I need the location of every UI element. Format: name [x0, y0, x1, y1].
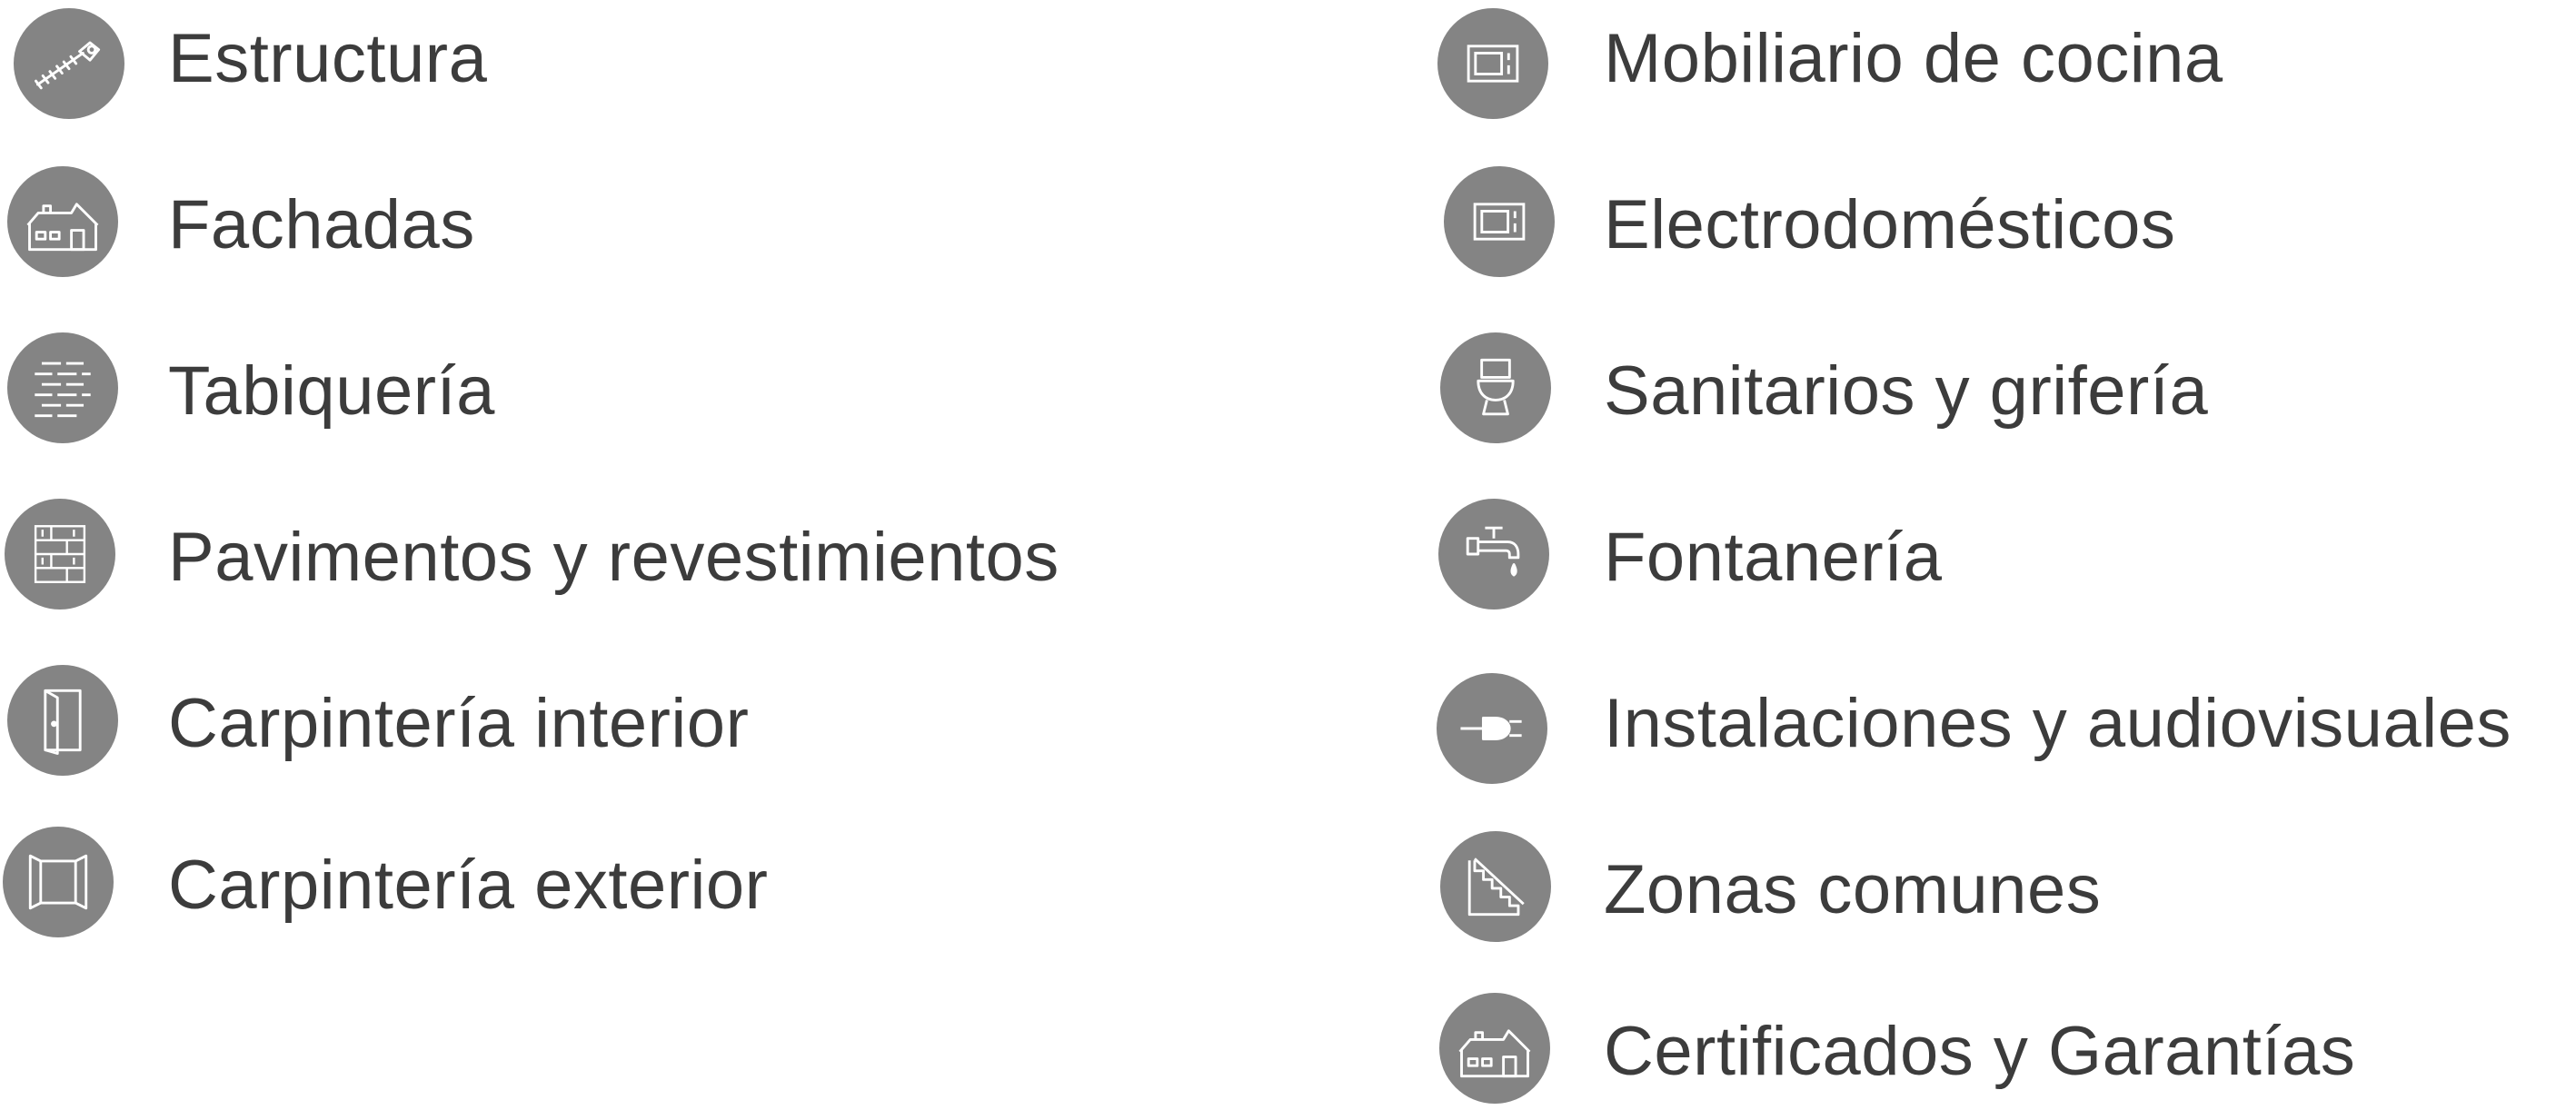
house-icon — [7, 166, 118, 277]
plug-icon — [1437, 673, 1547, 784]
microwave-icon — [1437, 8, 1548, 119]
tile-pattern-icon — [5, 499, 115, 610]
window-icon — [3, 827, 114, 937]
category-label: Sanitarios y grifería — [1604, 352, 2209, 430]
screw-icon — [14, 8, 124, 119]
category-label: Instalaciones y audiovisuales — [1604, 685, 2511, 762]
category-label: Zonas comunes — [1604, 851, 2102, 928]
category-label: Carpintería exterior — [168, 847, 769, 924]
category-label: Certificados y Garantías — [1604, 1013, 2356, 1090]
toilet-icon — [1440, 332, 1551, 443]
category-label: Pavimentos y revestimientos — [168, 519, 1059, 596]
category-label: Fontanería — [1604, 519, 1943, 596]
category-label: Fachadas — [168, 186, 475, 263]
stairs-icon — [1440, 831, 1551, 942]
category-label: Estructura — [168, 20, 488, 97]
house-icon — [1439, 993, 1550, 1104]
brick-wall-icon — [7, 332, 118, 443]
category-label: Mobiliario de cocina — [1604, 20, 2223, 97]
faucet-icon — [1438, 499, 1549, 610]
appliance-icon — [1444, 166, 1555, 277]
category-label: Electrodomésticos — [1604, 186, 2176, 263]
category-label: Carpintería interior — [168, 685, 750, 762]
category-label: Tabiquería — [168, 352, 495, 430]
door-icon — [7, 665, 118, 776]
